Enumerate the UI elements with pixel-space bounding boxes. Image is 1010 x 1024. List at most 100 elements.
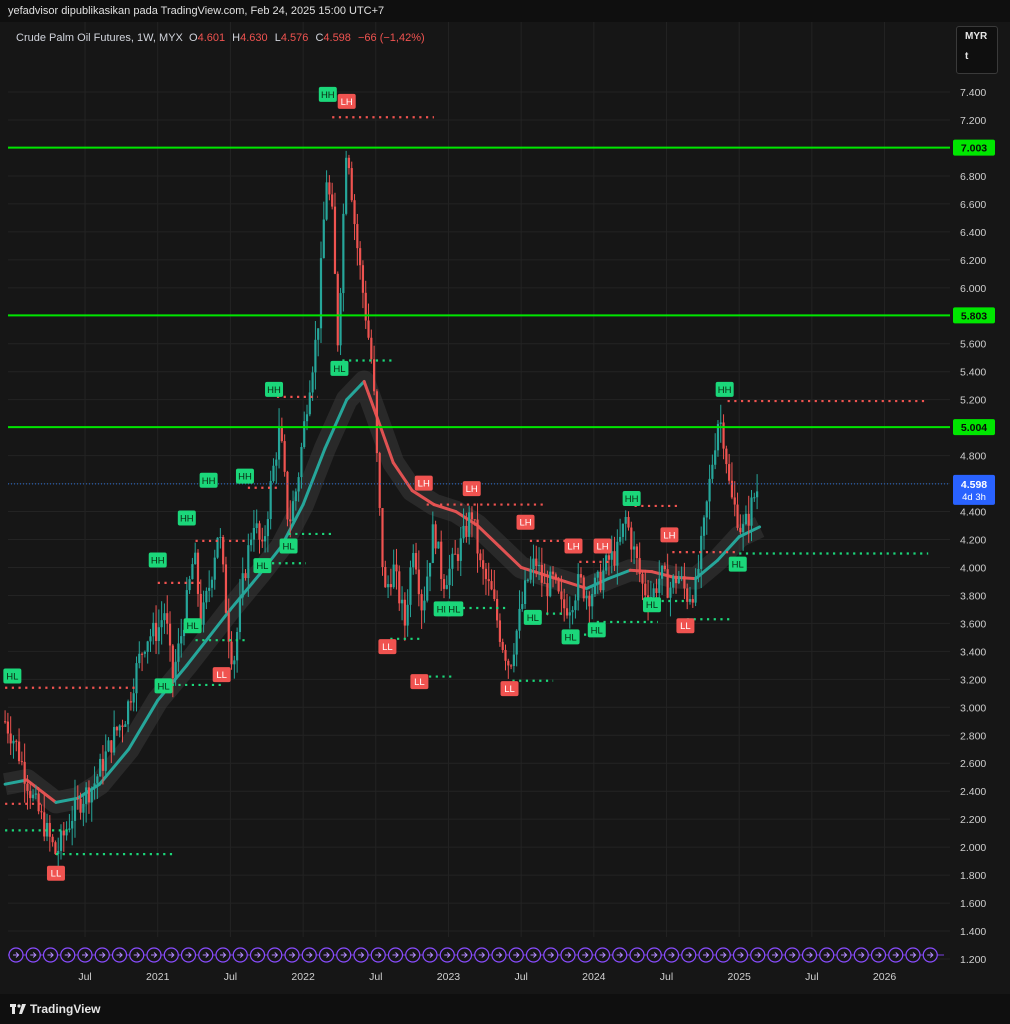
pivot-marker-label: LL xyxy=(382,642,393,653)
candle-body xyxy=(560,591,563,600)
candle-body xyxy=(660,565,664,579)
pivot-marker: HL xyxy=(330,360,349,376)
candle-body xyxy=(493,589,496,599)
candle-body xyxy=(188,579,191,591)
pivot-marker-label: HL xyxy=(591,625,603,636)
currency-unit-button[interactable]: MYR t xyxy=(956,26,998,74)
time-tick-label: 2021 xyxy=(146,971,170,983)
high-label: H xyxy=(232,32,241,44)
candle-body xyxy=(300,447,303,478)
candle-body xyxy=(347,157,351,169)
candle-body xyxy=(230,641,233,665)
candle-body xyxy=(9,733,12,744)
candle-body xyxy=(238,597,242,633)
candle-body xyxy=(630,527,633,550)
candle-body xyxy=(596,571,599,578)
time-tick-label: 2024 xyxy=(582,971,606,983)
candle-body xyxy=(747,513,750,526)
price-chart[interactable]: HHLHHLHHHH HHHHHHHLHLHLHLLLLLLLLLLLLHLHLH… xyxy=(0,22,1010,994)
candle-body xyxy=(652,588,655,597)
candle-body xyxy=(392,564,395,588)
candle-body xyxy=(361,265,365,293)
candle-body xyxy=(34,793,37,795)
candle-body xyxy=(714,450,717,465)
time-tick-label: 2026 xyxy=(873,971,897,983)
candle-body xyxy=(353,200,356,225)
change-value: −66 (−1,42%) xyxy=(357,32,425,44)
candle-body xyxy=(753,497,756,499)
candle-body xyxy=(272,465,275,482)
candle-body xyxy=(549,571,552,597)
pivot-marker-label: LL xyxy=(414,677,425,688)
price-tick-label: 3.400 xyxy=(960,646,986,658)
candle-body xyxy=(417,569,420,595)
candle-body xyxy=(381,508,384,568)
pivot-marker: LH xyxy=(414,475,433,491)
symbol-legend: Crude Palm Oil Futures, 1W, MYX O4.601 H… xyxy=(16,32,429,44)
candle-body xyxy=(275,459,278,466)
close-value: 4.598 xyxy=(323,32,351,44)
candle-body xyxy=(311,372,314,393)
candle-body xyxy=(319,258,323,329)
candle-body xyxy=(591,594,594,607)
candle-body xyxy=(146,641,149,652)
price-tick-label: 6.400 xyxy=(960,227,986,239)
pivot-marker: LH xyxy=(564,538,583,554)
candle-body xyxy=(579,574,583,578)
candle-body xyxy=(389,584,392,588)
candle-body xyxy=(674,575,678,584)
price-tick-label: 5.200 xyxy=(960,395,986,407)
candle-body xyxy=(29,790,32,799)
candle-body xyxy=(515,630,518,655)
candle-body xyxy=(378,453,381,509)
chart-area[interactable]: HH LH HL HH HH HH HH HH HL HL HL HL LL LL LL LL LL LH LH LH… xyxy=(0,22,1010,994)
price-tick-label: 4.800 xyxy=(960,451,986,463)
candle-body xyxy=(532,558,535,570)
candle-body xyxy=(244,573,247,579)
candle-body xyxy=(87,787,91,803)
candle-body xyxy=(412,553,415,568)
candle-body xyxy=(440,541,443,580)
low-label: L xyxy=(274,32,281,44)
candle-body xyxy=(420,594,423,611)
tradingview-logo[interactable]: TradingView xyxy=(10,1002,100,1016)
tradingview-logo-icon xyxy=(10,1004,26,1014)
pivot-marker: HH xyxy=(318,86,337,102)
candle-body xyxy=(571,610,574,613)
price-tick-label: 3.000 xyxy=(960,702,986,714)
candle-body xyxy=(563,599,566,609)
pivot-marker: HL xyxy=(642,597,661,613)
candle-body xyxy=(434,524,437,549)
candle-body xyxy=(705,501,708,518)
pivot-marker-label: HL xyxy=(565,632,577,643)
candle-body xyxy=(711,464,714,479)
pivot-marker-label: LL xyxy=(680,621,691,632)
pivot-marker-label: HL xyxy=(187,621,199,632)
candle-body xyxy=(277,426,281,460)
pivot-marker-label: HH xyxy=(151,555,165,566)
candle-body xyxy=(370,337,373,360)
pivot-marker: HL xyxy=(3,668,22,684)
pivot-marker: HL xyxy=(587,622,606,638)
price-tick-label: 1.600 xyxy=(960,898,986,910)
candle-body xyxy=(149,636,152,642)
candle-body xyxy=(546,583,549,597)
candle-body xyxy=(121,725,124,727)
pivot-marker: HH xyxy=(177,510,196,526)
candle-body xyxy=(619,536,622,542)
candle-body xyxy=(314,339,317,373)
pivot-marker: HL xyxy=(523,609,542,625)
candle-body xyxy=(62,830,65,836)
candle-body xyxy=(694,576,697,603)
candle-body xyxy=(496,598,499,621)
pivot-marker: HH xyxy=(265,381,284,397)
pivot-marker-label: HL xyxy=(333,364,345,375)
pivot-marker: LL xyxy=(46,865,65,881)
candle-body xyxy=(574,600,577,611)
candle-body xyxy=(663,565,666,570)
candle-body xyxy=(406,604,409,626)
candle-body xyxy=(621,523,625,537)
attribution-text: yefadvisor dipublikasikan pada TradingVi… xyxy=(8,5,385,17)
candle-body xyxy=(333,206,337,274)
candle-body xyxy=(641,573,644,584)
